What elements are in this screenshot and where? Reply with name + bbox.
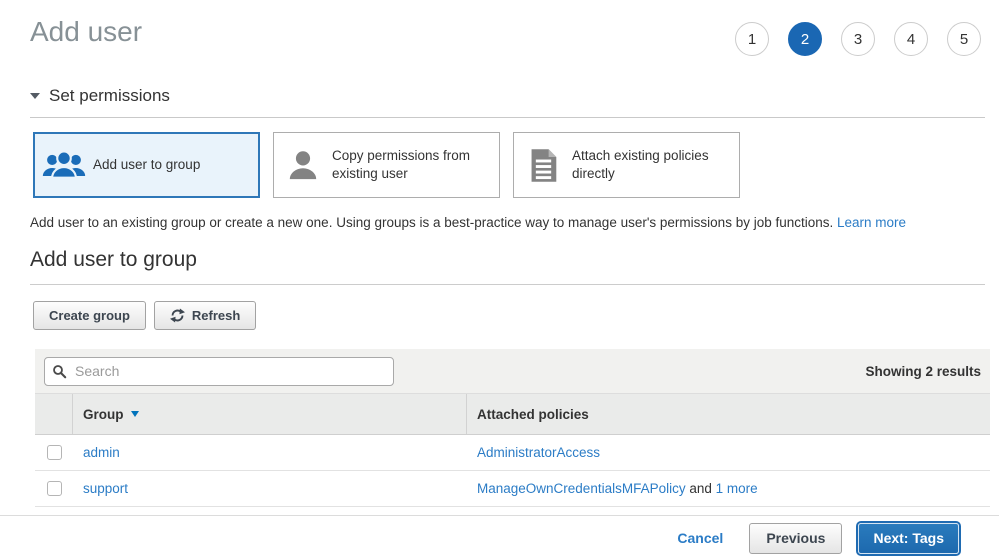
description-text: Add user to an existing group or create …	[30, 215, 837, 230]
step-4: 4	[894, 22, 928, 56]
group-link[interactable]: admin	[83, 445, 120, 460]
group-cell: support	[73, 471, 467, 506]
wizard-footer: Cancel Previous Next: Tags	[0, 515, 999, 557]
policies-column-label: Attached policies	[477, 407, 589, 422]
user-icon	[274, 148, 332, 182]
option-label: Add user to group	[93, 156, 206, 174]
wizard-steps: 1 2 3 4 5	[735, 22, 981, 56]
refresh-label: Refresh	[192, 308, 240, 323]
previous-button[interactable]: Previous	[749, 523, 842, 554]
next-label: Next: Tags	[873, 530, 944, 546]
table-header-row: Group Attached policies	[35, 393, 990, 435]
section-title: Set permissions	[49, 86, 170, 106]
table-row: admin AdministratorAccess	[35, 435, 990, 471]
header: Add user 1 2 3 4 5	[0, 0, 999, 56]
permissions-description: Add user to an existing group or create …	[30, 215, 985, 230]
table-toolbar: Showing 2 results	[35, 349, 990, 393]
policy-cell: AdministratorAccess	[467, 435, 990, 470]
group-icon	[35, 148, 93, 182]
table-row: support ManageOwnCredentialsMFAPolicy an…	[35, 471, 990, 507]
page-title: Add user	[30, 16, 142, 48]
option-label: Copy permissions from existing user	[332, 147, 499, 183]
refresh-icon	[170, 308, 185, 323]
row-checkbox-cell	[35, 435, 73, 470]
row-checkbox-cell	[35, 471, 73, 506]
and-text: and	[686, 481, 716, 496]
collapse-caret-icon	[30, 93, 40, 99]
select-all-cell	[35, 394, 73, 434]
step-5: 5	[947, 22, 981, 56]
group-link[interactable]: support	[83, 481, 128, 496]
option-label: Attach existing policies directly	[572, 147, 739, 183]
refresh-button[interactable]: Refresh	[154, 301, 256, 330]
group-actions: Create group Refresh	[33, 301, 999, 330]
group-section-title: Add user to group	[30, 248, 985, 272]
cancel-link[interactable]: Cancel	[677, 530, 723, 546]
column-header-group[interactable]: Group	[73, 394, 467, 434]
previous-label: Previous	[766, 530, 825, 546]
row-checkbox[interactable]	[47, 481, 62, 496]
group-cell: admin	[73, 435, 467, 470]
add-user-to-group-section-header: Add user to group	[30, 248, 985, 285]
policy-link[interactable]: ManageOwnCredentialsMFAPolicy	[477, 481, 686, 496]
set-permissions-section-header[interactable]: Set permissions	[30, 86, 985, 118]
results-count: Showing 2 results	[865, 364, 981, 379]
step-3: 3	[841, 22, 875, 56]
option-add-user-to-group[interactable]: Add user to group	[33, 132, 260, 198]
option-copy-permissions[interactable]: Copy permissions from existing user	[273, 132, 500, 198]
more-policies-link[interactable]: 1 more	[716, 481, 758, 496]
column-header-policies: Attached policies	[467, 394, 990, 434]
sort-desc-icon	[131, 411, 139, 417]
group-column-label: Group	[83, 407, 124, 422]
policy-link[interactable]: AdministratorAccess	[477, 445, 600, 460]
step-1: 1	[735, 22, 769, 56]
search-icon	[52, 364, 67, 384]
create-group-label: Create group	[49, 308, 130, 323]
document-icon	[514, 148, 572, 183]
policy-cell: ManageOwnCredentialsMFAPolicy and 1 more	[467, 471, 990, 506]
learn-more-link[interactable]: Learn more	[837, 215, 906, 230]
option-attach-policies[interactable]: Attach existing policies directly	[513, 132, 740, 198]
permission-option-cards: Add user to group Copy permissions from …	[33, 132, 985, 198]
step-2-active: 2	[788, 22, 822, 56]
search-box	[44, 357, 394, 386]
search-input[interactable]	[44, 357, 394, 386]
row-checkbox[interactable]	[47, 445, 62, 460]
next-tags-button[interactable]: Next: Tags	[858, 523, 959, 554]
create-group-button[interactable]: Create group	[33, 301, 146, 330]
groups-table: Showing 2 results Group Attached policie…	[35, 349, 990, 507]
